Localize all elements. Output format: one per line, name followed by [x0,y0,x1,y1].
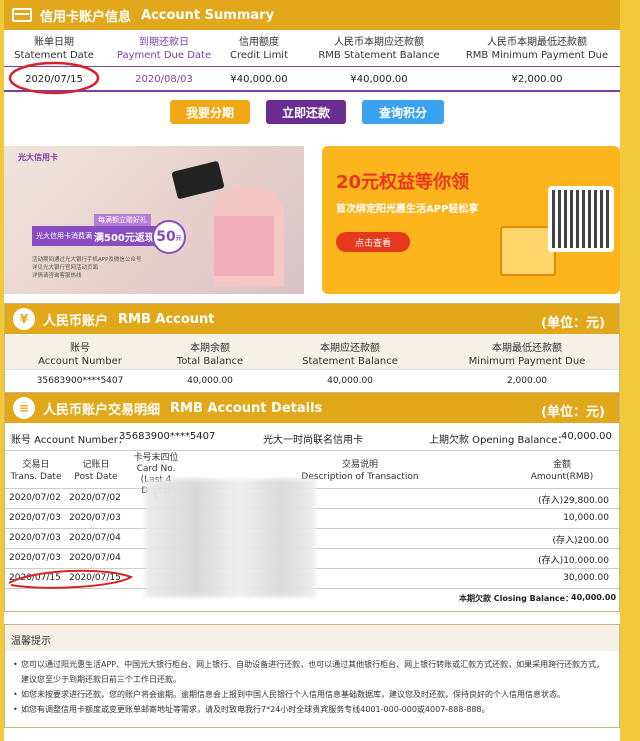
post-date: 2020/07/03 [69,513,121,523]
summary-table: 账单日期 Statement Date 到期还款日 Payment Due Date… [4,30,620,95]
query-points-button[interactable]: 查询积分 [362,100,444,124]
summary-header-statement-date: 账单日期 Statement Date [14,37,94,61]
due-date-value: 2020/08/03 [135,74,193,85]
rmb-header-minimum: 本期最低还款额 Minimum Payment Due [468,343,586,367]
post-date: 2020/07/04 [69,533,121,543]
notice-title: 温馨提示 [5,625,619,651]
rmb-account-bar: ¥ 人民币账户 RMB Account (单位：元) [5,304,619,334]
yuan-icon: ¥ [13,308,35,330]
rmb-account-section: ¥ 人民币账户 RMB Account (单位：元) 账号 Account Num… [4,303,620,393]
trans-date: 2020/07/03 [9,533,61,543]
notice-list: 您可以通过阳光惠生活APP、中国光大银行柜台、网上银行、自助设备进行还款，也可以… [11,657,611,717]
amount: (存入)29,800.00 [538,496,609,506]
details-unit: (单位：元) [541,405,605,420]
rmb-unit: (单位：元) [541,316,605,331]
banner-fine-print: 活动期间通过光大银行手机APP及微信公众号 详见光大银行官网活动页面 详情请咨询客服… [32,257,142,279]
shopping-bag-image [214,216,274,276]
trans-date: 2020/07/02 [9,493,61,503]
statement-balance-value: ¥40,000.00 [350,74,408,85]
details-title-en: RMB Account Details [170,400,323,416]
amount: (存入)10,000.00 [538,556,609,566]
rmb-account-number: 35683900****5407 [36,376,124,386]
promo-banner-right[interactable]: 20元权益等你领 首次绑定阳光惠生活APP轻松享 点击查看 [322,146,620,294]
details-bar: ≡ 人民币账户交易明细 RMB Account Details (单位：元) [5,393,619,423]
summary-header-statement-balance: 人民币本期应还款额 RMB Statement Balance [318,37,440,61]
summary-header-credit-limit: 信用额度 Credit Limit [229,37,289,61]
rmb-header-total: 本期余额 Total Balance [176,343,244,367]
rmb-header-account: 账号 Account Number [38,343,122,367]
trans-date: 2020/07/03 [9,553,61,563]
trans-date: 2020/07/03 [9,513,61,523]
summary-header-due-date: 到期还款日 Payment Due Date [116,37,212,61]
summary-header-bar: 信用卡账户信息 Account Summary [4,0,620,30]
privacy-blur [145,479,315,597]
notice-section: 温馨提示 您可以通过阳光惠生活APP、中国光大银行柜台、网上银行、自助设备进行还… [4,624,620,728]
account-info-row: 账号 Account Number： 35683900****5407 光大一时… [5,423,619,451]
list-icon: ≡ [13,397,35,419]
rmb-total-balance: 40,000.00 [187,376,233,386]
rmb-title-en: RMB Account [118,311,215,327]
summary-header-minimum-due: 人民币本期最低还款额 RMB Minimum Payment Due [465,37,609,61]
summary-title-en: Account Summary [141,7,275,23]
amount: (存入)200.00 [552,536,609,546]
rmb-title-cn: 人民币账户 [43,313,109,329]
promo-banner-left[interactable]: 光大信用卡 每满额立赠好礼 光大信用卡消费满 满500元返现 50 元 活动期间通过… [4,146,304,294]
red-annotation-underline [8,569,134,589]
summary-title-cn: 信用卡账户信息 [40,9,132,25]
credit-limit-value: ¥40,000.00 [230,74,288,85]
repay-now-button[interactable]: 立即还款 [266,100,346,124]
statement-page: 信用卡账户信息 Account Summary 账单日期 Statement Da… [4,0,620,741]
post-date: 2020/07/02 [69,493,121,503]
transaction-details-section: ≡ 人民币账户交易明细 RMB Account Details (单位：元) 账… [4,392,620,612]
qr-code-image [548,186,614,252]
view-now-button[interactable]: 点击查看 [336,232,410,252]
minimum-due-value: ¥2,000.00 [511,74,563,85]
rmb-statement-balance: 40,000.00 [327,376,373,386]
details-title-cn: 人民币账户交易明细 [43,402,161,418]
bank-logo: 光大信用卡 [18,153,58,162]
notice-item: 如您有调整信用卡额度或变更账单邮寄地址等需求，请及时致电我行7*24小时全球贵宾… [11,702,611,717]
credit-card-image [171,160,225,200]
cashback-badge: 50 元 [152,220,186,254]
rmb-header-statement: 本期应还款额 Statement Balance [302,343,398,367]
notice-item: 您可以通过阳光惠生活APP、中国光大银行柜台、网上银行、自助设备进行还款，也可以… [11,657,611,687]
rmb-minimum-due: 2,000.00 [506,376,548,386]
banner-subtitle: 首次绑定阳光惠生活APP轻松享 [336,204,479,215]
amount: 30,000.00 [563,573,609,583]
installment-button[interactable]: 我要分期 [170,100,250,124]
notice-item: 如您未按要求进行还款，您的账户将会逾期。逾期信息会上报到中国人民银行个人信用信息… [11,687,611,702]
banner-headline: 20元权益等你领 [336,172,470,193]
post-date: 2020/07/04 [69,553,121,563]
credit-card-icon [12,8,32,22]
red-annotation-circle [8,61,100,95]
amount: 10,000.00 [563,513,609,523]
